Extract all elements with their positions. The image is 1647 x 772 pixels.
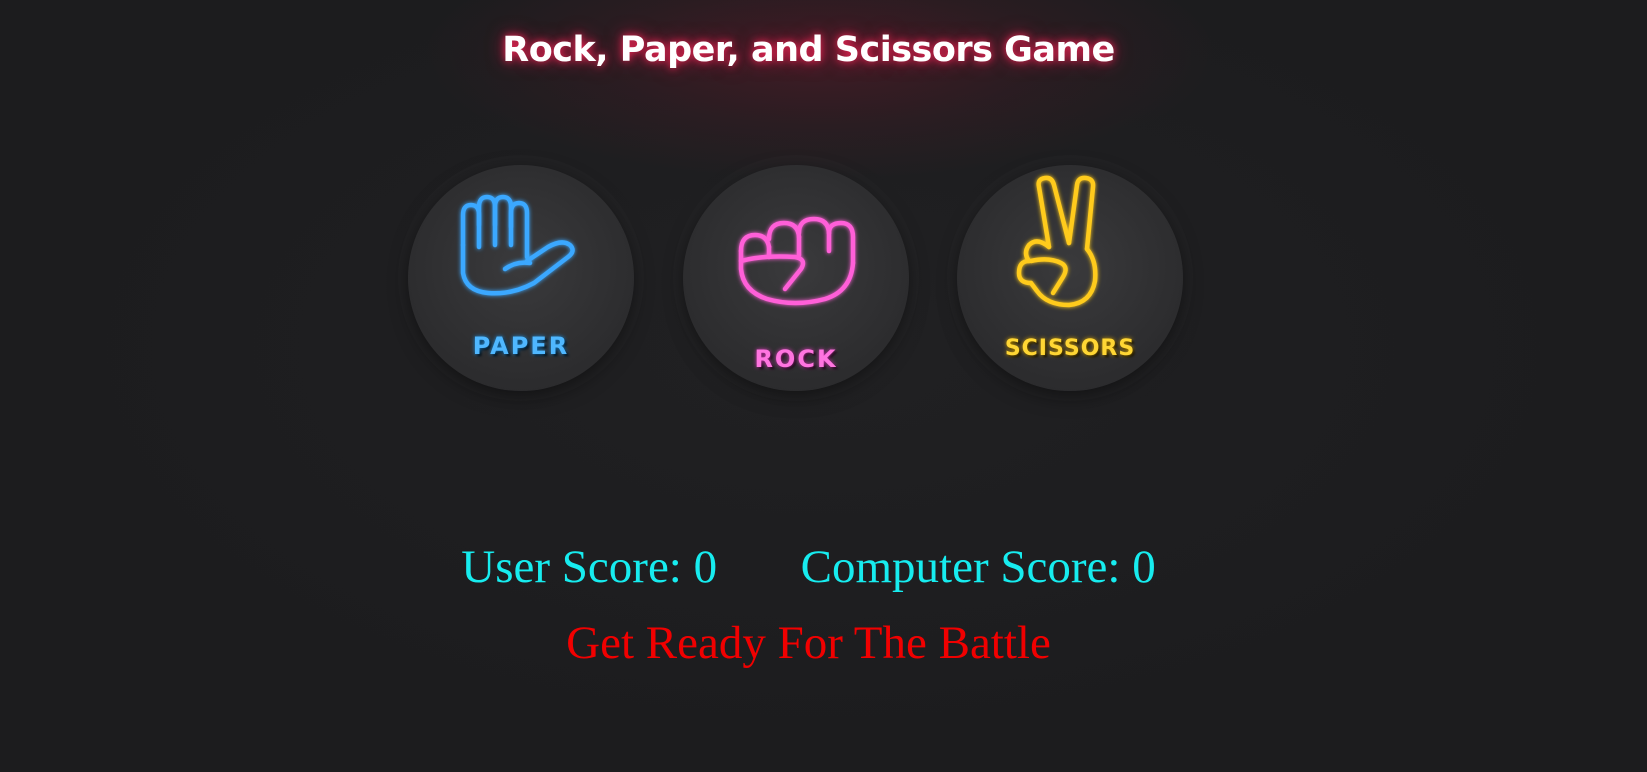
- choice-paper-label: PAPER: [472, 332, 570, 360]
- computer-score: Computer Score: 0: [801, 540, 1156, 594]
- choice-paper-button[interactable]: PAPER: [408, 165, 634, 391]
- computer-score-value: 0: [1132, 541, 1156, 593]
- choice-rock-label: ROCK: [754, 345, 838, 373]
- user-score-label: User Score:: [461, 541, 682, 593]
- choice-scissors-label: SCISSORS: [1004, 336, 1136, 361]
- user-score: User Score: 0: [461, 540, 717, 594]
- computer-score-label: Computer Score:: [800, 541, 1121, 593]
- status-message: Get Ready For The Battle: [566, 617, 1051, 669]
- scoreboard: User Score: 0 Computer Score: 0: [0, 540, 1617, 594]
- user-score-value: 0: [693, 541, 718, 593]
- choice-rock-button[interactable]: ROCK: [683, 165, 909, 391]
- choices-container: PAPER ROCK SCISSORS: [0, 0, 1647, 420]
- choice-scissors-button[interactable]: SCISSORS: [957, 165, 1183, 391]
